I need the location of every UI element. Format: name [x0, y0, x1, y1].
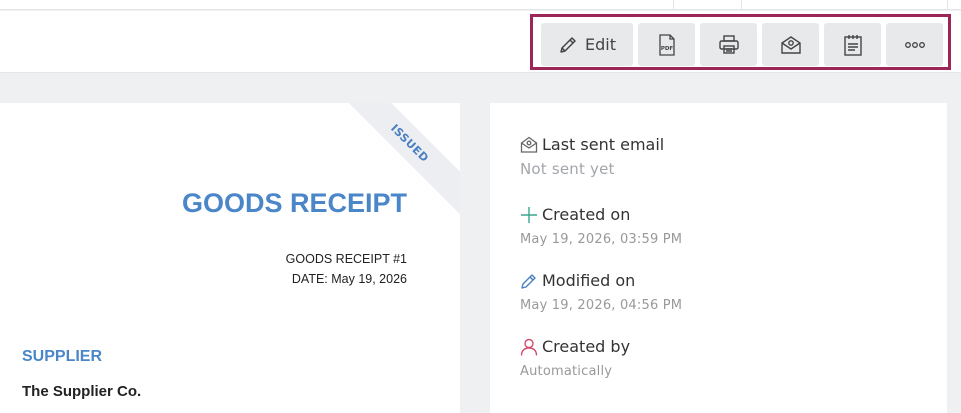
created-by-section: Created by Automatically [520, 337, 630, 379]
document-date: DATE: May 19, 2026 [291, 272, 407, 286]
last-sent-value: Not sent yet [520, 160, 615, 178]
pdf-button[interactable]: PDF [638, 23, 695, 66]
document-title: GOODS RECEIPT [181, 188, 407, 218]
document-number: GOODS RECEIPT #1 [285, 252, 407, 266]
status-ribbon-label: ISSUED [388, 121, 432, 165]
info-panel: Last sent email Not sent yet Created on … [490, 103, 947, 413]
top-strip [0, 0, 961, 10]
modified-on-section: Modified on May 19, 2026, 04:56 PM [520, 271, 682, 313]
printer-icon [718, 34, 740, 55]
edit-button-label: Edit [585, 35, 616, 54]
created-on-value: May 19, 2026, 03:59 PM [520, 232, 683, 247]
edit-button[interactable]: Edit [541, 23, 633, 66]
created-by-label: Created by [542, 337, 631, 356]
modified-on-value: May 19, 2026, 04:56 PM [520, 298, 683, 313]
pdf-file-icon: PDF [657, 33, 677, 56]
document-preview: ISSUED GOODS RECEIPT GOODS RECEIPT #1 DA… [0, 103, 460, 413]
toolbar-highlight-frame: Edit PDF [530, 14, 951, 70]
envelope-icon [780, 35, 802, 55]
action-bar: Edit PDF [0, 11, 961, 73]
supplier-heading: SUPPLIER [22, 348, 103, 365]
more-dots-icon [904, 41, 926, 49]
pencil-icon [558, 35, 578, 55]
top-divider [673, 0, 674, 10]
created-on-label: Created on [542, 205, 631, 224]
supplier-name: The Supplier Co. [22, 383, 142, 400]
top-divider [947, 0, 948, 10]
last-sent-label: Last sent email [542, 135, 665, 154]
user-icon [520, 338, 542, 356]
created-on-section: Created on May 19, 2026, 03:59 PM [520, 205, 682, 247]
pencil-icon [520, 272, 542, 290]
envelope-icon [520, 136, 542, 154]
created-by-value: Automatically [520, 364, 613, 379]
top-divider [741, 0, 742, 10]
svg-text:PDF: PDF [660, 46, 673, 52]
modified-on-label: Modified on [542, 271, 636, 290]
notepad-icon [843, 34, 863, 56]
last-sent-section: Last sent email Not sent yet [520, 135, 664, 178]
print-button[interactable] [700, 23, 757, 66]
more-button[interactable] [886, 23, 943, 66]
email-button[interactable] [762, 23, 819, 66]
notes-button[interactable] [824, 23, 881, 66]
plus-icon [520, 206, 542, 224]
